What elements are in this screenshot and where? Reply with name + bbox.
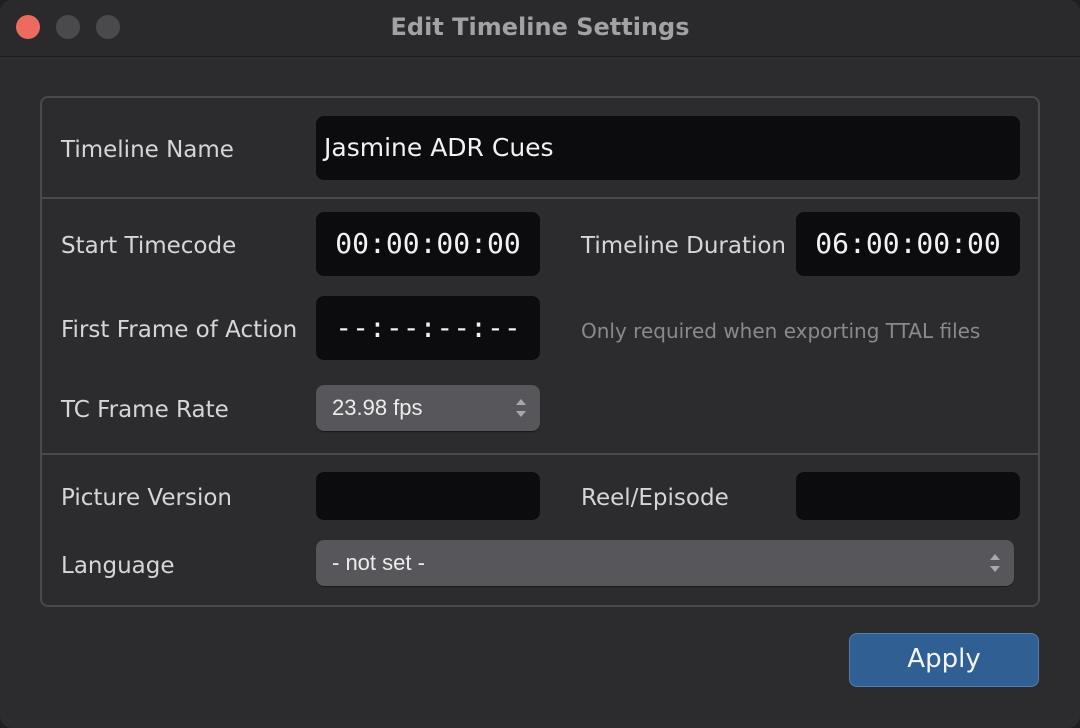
language-label: Language xyxy=(61,553,175,579)
settings-panel: Timeline Name Jasmine ADR Cues Start Tim… xyxy=(40,96,1040,607)
select-stepper-icon xyxy=(514,395,528,421)
window-title: Edit Timeline Settings xyxy=(390,13,690,41)
title-bar[interactable]: Edit Timeline Settings xyxy=(0,0,1080,57)
reel-episode-label: Reel/Episode xyxy=(581,485,729,511)
dialog-window: Edit Timeline Settings Timeline Name Jas… xyxy=(0,0,1080,728)
language-select[interactable]: - not set - xyxy=(316,540,1014,586)
picture-version-field[interactable] xyxy=(316,472,540,520)
timeline-duration-field[interactable]: 06:00:00:00 xyxy=(796,212,1020,276)
section-divider xyxy=(42,453,1038,455)
section-divider xyxy=(42,197,1038,199)
apply-button[interactable]: Apply xyxy=(849,633,1039,687)
reel-episode-field[interactable] xyxy=(796,472,1020,520)
start-timecode-field[interactable]: 00:00:00:00 xyxy=(316,212,540,276)
select-stepper-icon xyxy=(988,550,1002,576)
start-timecode-label: Start Timecode xyxy=(61,233,237,259)
language-value: - not set - xyxy=(332,550,425,575)
timeline-name-label: Timeline Name xyxy=(61,137,234,163)
timeline-duration-label: Timeline Duration xyxy=(581,233,787,259)
first-frame-label: First Frame of Action xyxy=(61,317,298,343)
frame-rate-select[interactable]: 23.98 fps xyxy=(316,385,540,431)
frame-rate-label: TC Frame Rate xyxy=(61,397,229,423)
frame-rate-value: 23.98 fps xyxy=(332,395,423,420)
first-frame-field[interactable]: --:--:--:-- xyxy=(316,296,540,360)
timeline-name-field[interactable]: Jasmine ADR Cues xyxy=(316,116,1020,180)
ttal-hint-text: Only required when exporting TTAL files xyxy=(581,319,981,343)
picture-version-label: Picture Version xyxy=(61,485,232,511)
